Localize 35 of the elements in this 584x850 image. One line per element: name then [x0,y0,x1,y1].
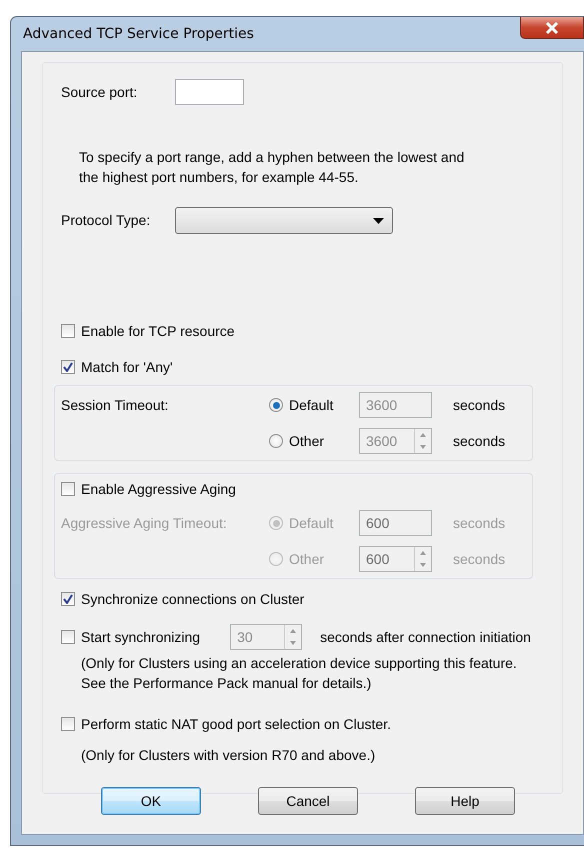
checkbox[interactable] [61,717,75,731]
checkbox[interactable] [61,360,75,374]
field-label: Protocol Type: [61,211,152,230]
source-port-field[interactable] [175,79,244,105]
dropdown-arrow-icon [373,218,384,224]
checkbox-label[interactable]: Enable for TCP resource [81,320,235,342]
dialog-button[interactable]: Cancel [258,787,358,815]
radio-label[interactable]: Other [289,430,324,452]
unit-label: seconds [452,432,506,450]
protocol-type-dropdown[interactable] [175,207,393,234]
checkbox-label[interactable]: Start synchronizing [81,626,200,648]
checkbox-label[interactable]: Perform static NAT good port selection on Cluster. [81,714,391,734]
close-icon [545,22,559,34]
checkbox[interactable] [61,592,75,606]
radio-label[interactable]: Default [289,394,334,416]
unit-label: seconds [452,396,506,414]
field-label: Session Timeout: [61,396,170,414]
hint-text: To specify a port range, add a hyphen between the lowest and the highest port numbers, for example 44-55. [79,148,466,187]
checkbox-label[interactable]: Match for 'Any' [81,356,173,378]
close-button[interactable] [520,17,584,39]
dialog-button[interactable]: Help [415,787,515,815]
note-text: (Only for Clusters with version R70 and above.) [80,746,376,765]
note-text: (Only for Clusters using an acceleration device supporting this feature. See the Performance Pack manual for details.) [80,654,518,693]
checkbox[interactable] [61,630,75,644]
window-title: Advanced TCP Service Properties [22,24,254,44]
unit-label: seconds [452,550,506,568]
dialog-button[interactable]: OK [101,787,201,815]
radio-button[interactable] [269,398,283,412]
unit-label: seconds after connection initiation [320,628,531,646]
checkbox[interactable] [61,324,75,338]
unit-label: seconds [452,514,506,532]
field-label: Aggressive Aging Timeout: [61,514,228,533]
field-label: Source port: [61,82,138,102]
checkbox-label[interactable]: Synchronize connections on Cluster [81,588,304,610]
radio-button[interactable] [269,434,283,448]
